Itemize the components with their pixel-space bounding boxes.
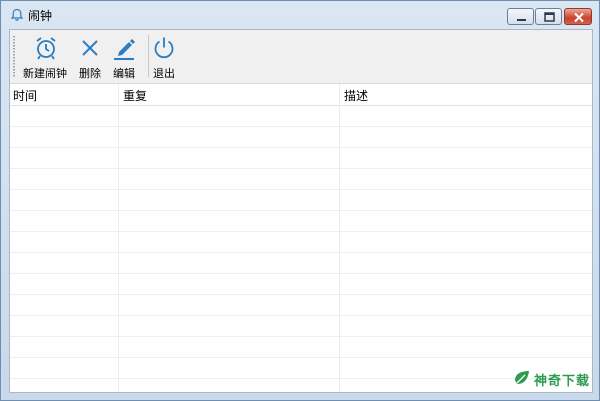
- maximize-button[interactable]: [535, 8, 562, 25]
- column-header-repeat[interactable]: 重复: [123, 87, 147, 104]
- grid-row-line: [10, 147, 592, 148]
- grid-row-line: [10, 315, 592, 316]
- exit-button[interactable]: 退出: [148, 32, 180, 80]
- maximize-icon: [544, 12, 555, 22]
- pencil-icon: [114, 39, 135, 60]
- window-title: 闹钟: [28, 9, 53, 23]
- grid-row-line: [10, 378, 592, 379]
- delete-button[interactable]: 删除: [74, 32, 106, 80]
- exit-label: 退出: [153, 67, 175, 80]
- close-button[interactable]: [564, 8, 592, 25]
- alarm-table[interactable]: 时间 重复 描述: [10, 84, 592, 392]
- grid-row-line: [10, 126, 592, 127]
- grid-row-line: [10, 294, 592, 295]
- edit-button[interactable]: 编辑: [108, 32, 140, 80]
- grid-row-line: [10, 357, 592, 358]
- new-alarm-button[interactable]: 新建闹钟: [20, 32, 70, 80]
- alarm-clock-icon: [36, 37, 56, 60]
- toolbar: 新建闹钟 删除 编辑 退出: [10, 30, 592, 84]
- title-bar[interactable]: 闹钟: [1, 1, 599, 29]
- app-window: 闹钟 新建闹钟 删除 编辑 退出 时间 重复 描述: [0, 0, 600, 401]
- close-icon: [574, 12, 584, 23]
- watermark: 神奇下载: [508, 364, 600, 394]
- x-icon: [82, 40, 98, 56]
- grid-row-line: [10, 231, 592, 232]
- edit-label: 编辑: [113, 67, 135, 80]
- grid-line: [118, 84, 119, 392]
- watermark-text: 神奇下载: [534, 374, 591, 389]
- bell-icon: [10, 8, 24, 21]
- column-header-description[interactable]: 描述: [344, 87, 368, 104]
- power-icon: [154, 37, 174, 59]
- grid-row-line: [10, 210, 592, 211]
- table-header: 时间 重复 描述: [10, 84, 592, 106]
- minimize-icon: [517, 19, 526, 21]
- leaf-logo: [515, 371, 529, 384]
- grid-row-line: [10, 273, 592, 274]
- delete-label: 删除: [79, 67, 101, 80]
- column-header-time[interactable]: 时间: [13, 87, 37, 104]
- client-area: 新建闹钟 删除 编辑 退出 时间 重复 描述: [9, 29, 593, 393]
- grid-row-line: [10, 189, 592, 190]
- grid-row-line: [10, 336, 592, 337]
- grid-row-line: [10, 252, 592, 253]
- grid-line: [339, 84, 340, 392]
- grid-row-line: [10, 168, 592, 169]
- toolbar-grip[interactable]: [13, 36, 15, 78]
- minimize-button[interactable]: [507, 8, 534, 25]
- new-alarm-label: 新建闹钟: [23, 67, 67, 80]
